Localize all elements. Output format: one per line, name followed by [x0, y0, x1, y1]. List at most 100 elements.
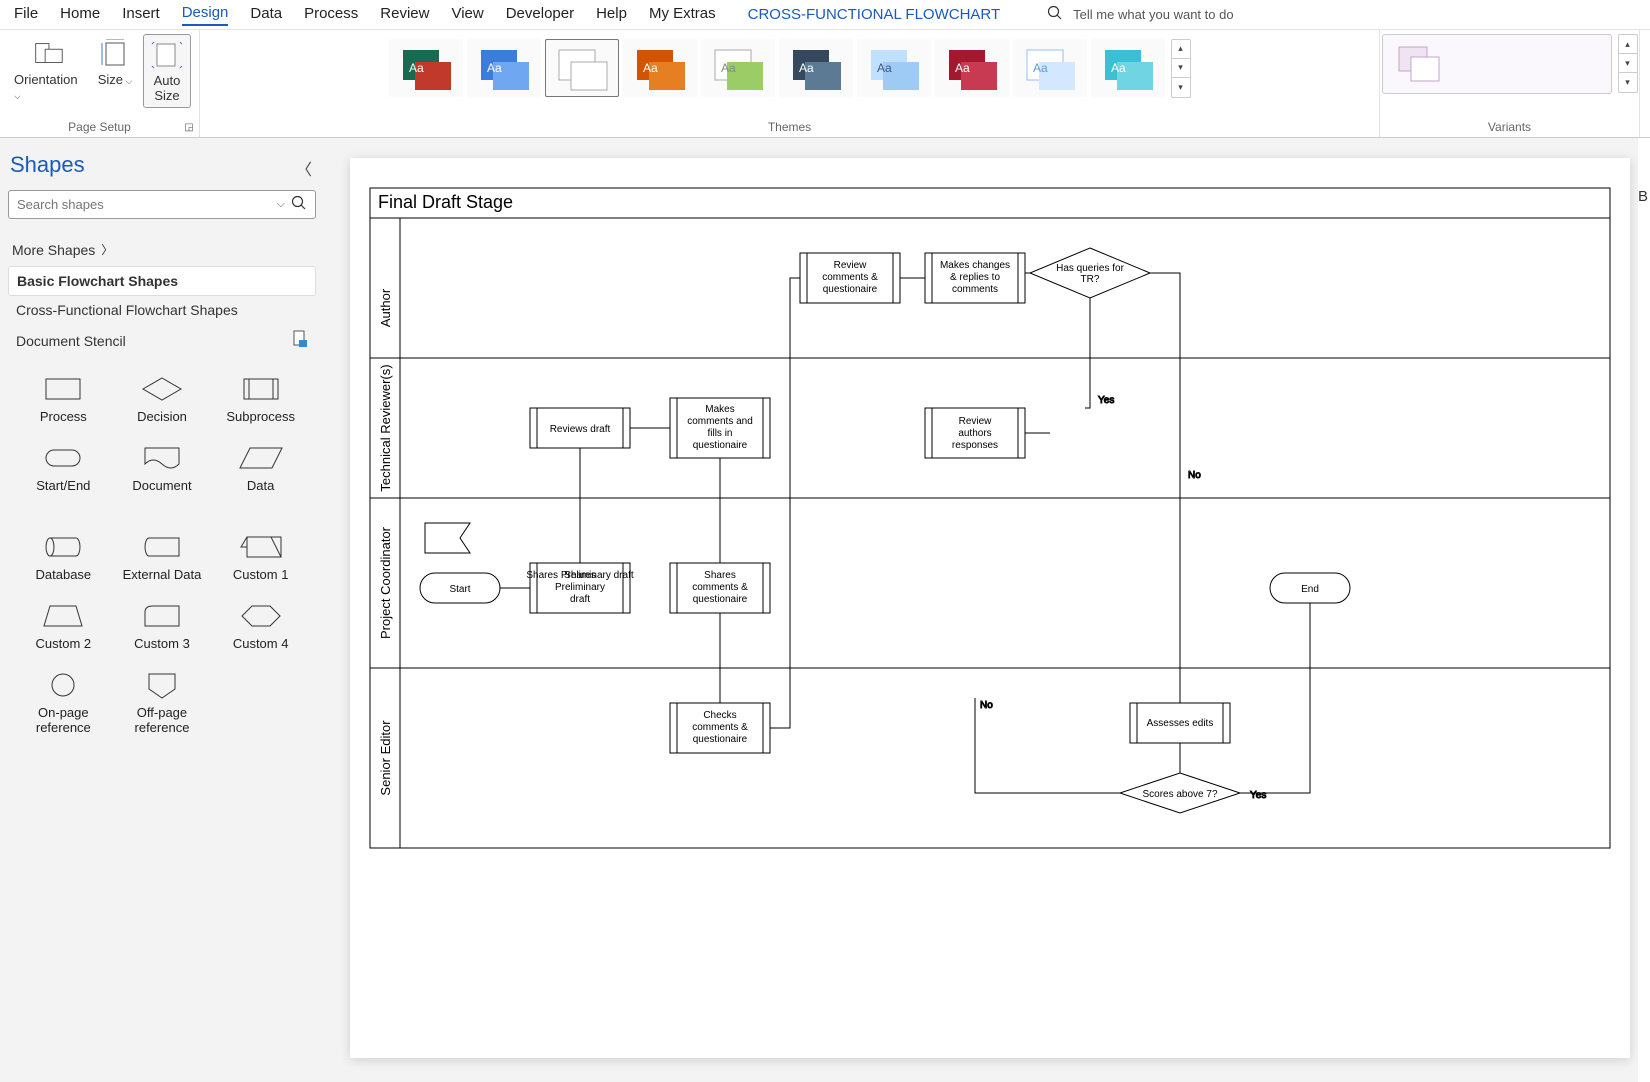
shape-onpage[interactable]: On-page reference: [16, 671, 111, 735]
shapes-title: Shapes: [8, 142, 316, 190]
autosize-label: Auto Size: [154, 73, 181, 103]
shape-data[interactable]: Data: [213, 444, 308, 493]
svg-text:Aa: Aa: [1111, 61, 1126, 75]
tab-extras[interactable]: My Extras: [649, 5, 716, 25]
tab-insert[interactable]: Insert: [122, 5, 160, 25]
svg-text:Review: Review: [834, 260, 868, 271]
document-stencil-icon: [292, 330, 308, 351]
ribbon-group-variants: ▴ ▾ ▾ Variants: [1380, 30, 1640, 137]
theme-tile-9[interactable]: Aa: [1013, 39, 1087, 97]
theme-tile-4[interactable]: Aa: [623, 39, 697, 97]
theme-scroll-up-icon[interactable]: ▴: [1172, 40, 1190, 59]
variant-gallery-scroll[interactable]: ▴ ▾ ▾: [1618, 34, 1638, 93]
shape-subprocess[interactable]: Subprocess: [213, 375, 308, 424]
theme-gallery-scroll[interactable]: ▴ ▾ ▾: [1171, 39, 1191, 98]
shape-master-grid: Process Decision Subprocess Start/End Do…: [8, 375, 316, 735]
svg-text:comments: comments: [952, 284, 998, 295]
svg-text:Assesses edits: Assesses edits: [1147, 718, 1214, 729]
more-shapes-link[interactable]: More Shapes 〉: [8, 233, 316, 266]
svg-text:TR?: TR?: [1081, 274, 1100, 285]
drawing-canvas[interactable]: Final Draft Stage Author Technical Revie…: [350, 158, 1630, 1058]
svg-text:Author: Author: [378, 288, 393, 327]
theme-tile-1[interactable]: Aa: [389, 39, 463, 97]
pagesetup-launcher-icon[interactable]: ◲: [182, 120, 196, 134]
shape-decision[interactable]: Decision: [115, 375, 210, 424]
svg-text:Senior Editor: Senior Editor: [378, 720, 393, 796]
tab-file[interactable]: File: [14, 5, 38, 25]
tab-design[interactable]: Design: [182, 4, 229, 26]
variant-tile[interactable]: [1382, 34, 1612, 94]
shape-external[interactable]: External Data: [115, 533, 210, 582]
svg-text:Yes: Yes: [1250, 790, 1266, 801]
theme-tile-8[interactable]: Aa: [935, 39, 1009, 97]
svg-text:comments &: comments &: [692, 582, 748, 593]
tab-process[interactable]: Process: [304, 5, 358, 25]
svg-text:Aa: Aa: [409, 61, 424, 75]
svg-text:Aa: Aa: [877, 61, 892, 75]
tab-review[interactable]: Review: [380, 5, 429, 25]
shapes-search[interactable]: ⌵: [8, 190, 316, 219]
right-ruler-edge: B: [1638, 138, 1650, 1082]
size-button[interactable]: Size: [91, 34, 139, 91]
panel-collapse-icon[interactable]: 〈: [296, 156, 312, 180]
svg-text:Aa: Aa: [799, 61, 814, 75]
svg-text:Project Coordinator: Project Coordinator: [378, 526, 393, 639]
theme-tile-7[interactable]: Aa: [857, 39, 931, 97]
tab-help[interactable]: Help: [596, 5, 627, 25]
tellme-search[interactable]: Tell me what you want to do: [1047, 5, 1233, 24]
canvas-area[interactable]: Final Draft Stage Author Technical Revie…: [324, 138, 1638, 1082]
variant-expand-icon[interactable]: ▾: [1619, 73, 1637, 92]
theme-expand-icon[interactable]: ▾: [1172, 78, 1190, 97]
tab-developer[interactable]: Developer: [506, 5, 574, 25]
theme-tile-3[interactable]: [545, 39, 619, 97]
autosize-button[interactable]: Auto Size: [143, 34, 191, 108]
svg-text:Scores above 7?: Scores above 7?: [1142, 789, 1217, 800]
search-icon[interactable]: [291, 195, 307, 214]
themes-group-label: Themes: [768, 120, 811, 137]
svg-text:Technical Reviewer(s): Technical Reviewer(s): [378, 364, 393, 491]
shape-custom1[interactable]: Custom 1: [213, 533, 308, 582]
svg-text:Review: Review: [959, 416, 993, 427]
theme-tile-10[interactable]: Aa: [1091, 39, 1165, 97]
theme-tile-5[interactable]: Aa: [701, 39, 775, 97]
chevron-right-icon: 〉: [101, 241, 113, 258]
stencil-document[interactable]: Document Stencil: [8, 324, 316, 357]
stencil-cross[interactable]: Cross-Functional Flowchart Shapes: [8, 296, 316, 324]
shape-process[interactable]: Process: [16, 375, 111, 424]
svg-text:responses: responses: [952, 440, 998, 451]
size-icon: [97, 38, 133, 70]
svg-text:Makes: Makes: [705, 404, 734, 415]
svg-text:& replies to: & replies to: [950, 272, 1000, 283]
svg-text:questionaire: questionaire: [693, 594, 748, 605]
shape-custom3[interactable]: Custom 3: [115, 602, 210, 651]
svg-text:draft: draft: [570, 594, 590, 605]
shape-offpage[interactable]: Off-page reference: [115, 671, 210, 735]
svg-text:Shares: Shares: [564, 570, 596, 581]
svg-text:comments and: comments and: [687, 416, 753, 427]
shape-custom4[interactable]: Custom 4: [213, 602, 308, 651]
shape-document[interactable]: Document: [115, 444, 210, 493]
menu-tabs: File Home Insert Design Data Process Rev…: [0, 0, 1650, 30]
tab-home[interactable]: Home: [60, 5, 100, 25]
svg-text:Preliminary: Preliminary: [555, 582, 605, 593]
theme-scroll-down-icon[interactable]: ▾: [1172, 59, 1190, 78]
ribbon-group-pagesetup: Orientation Size Auto Size Page Setup ◲: [0, 30, 200, 137]
tool-tab-cff[interactable]: CROSS-FUNCTIONAL FLOWCHART: [748, 6, 1001, 23]
theme-tile-6[interactable]: Aa: [779, 39, 853, 97]
shapes-search-input[interactable]: [17, 197, 277, 212]
shape-custom2[interactable]: Custom 2: [16, 602, 111, 651]
shapes-panel: Shapes 〈 ⌵ More Shapes 〉 Basic Flowchart…: [0, 138, 324, 1082]
ribbon: Orientation Size Auto Size Page Setup ◲: [0, 30, 1650, 138]
variant-scroll-down-icon[interactable]: ▾: [1619, 54, 1637, 73]
variant-scroll-up-icon[interactable]: ▴: [1619, 35, 1637, 54]
theme-tile-2[interactable]: Aa: [467, 39, 541, 97]
stencil-basic[interactable]: Basic Flowchart Shapes: [8, 266, 316, 296]
orientation-button[interactable]: Orientation: [8, 34, 87, 106]
svg-text:comments &: comments &: [692, 722, 748, 733]
tab-view[interactable]: View: [451, 5, 483, 25]
svg-text:Has queries for: Has queries for: [1056, 263, 1124, 274]
tab-data[interactable]: Data: [250, 5, 282, 25]
shape-startend[interactable]: Start/End: [16, 444, 111, 493]
chevron-down-icon[interactable]: ⌵: [277, 198, 285, 211]
shape-database[interactable]: Database: [16, 533, 111, 582]
